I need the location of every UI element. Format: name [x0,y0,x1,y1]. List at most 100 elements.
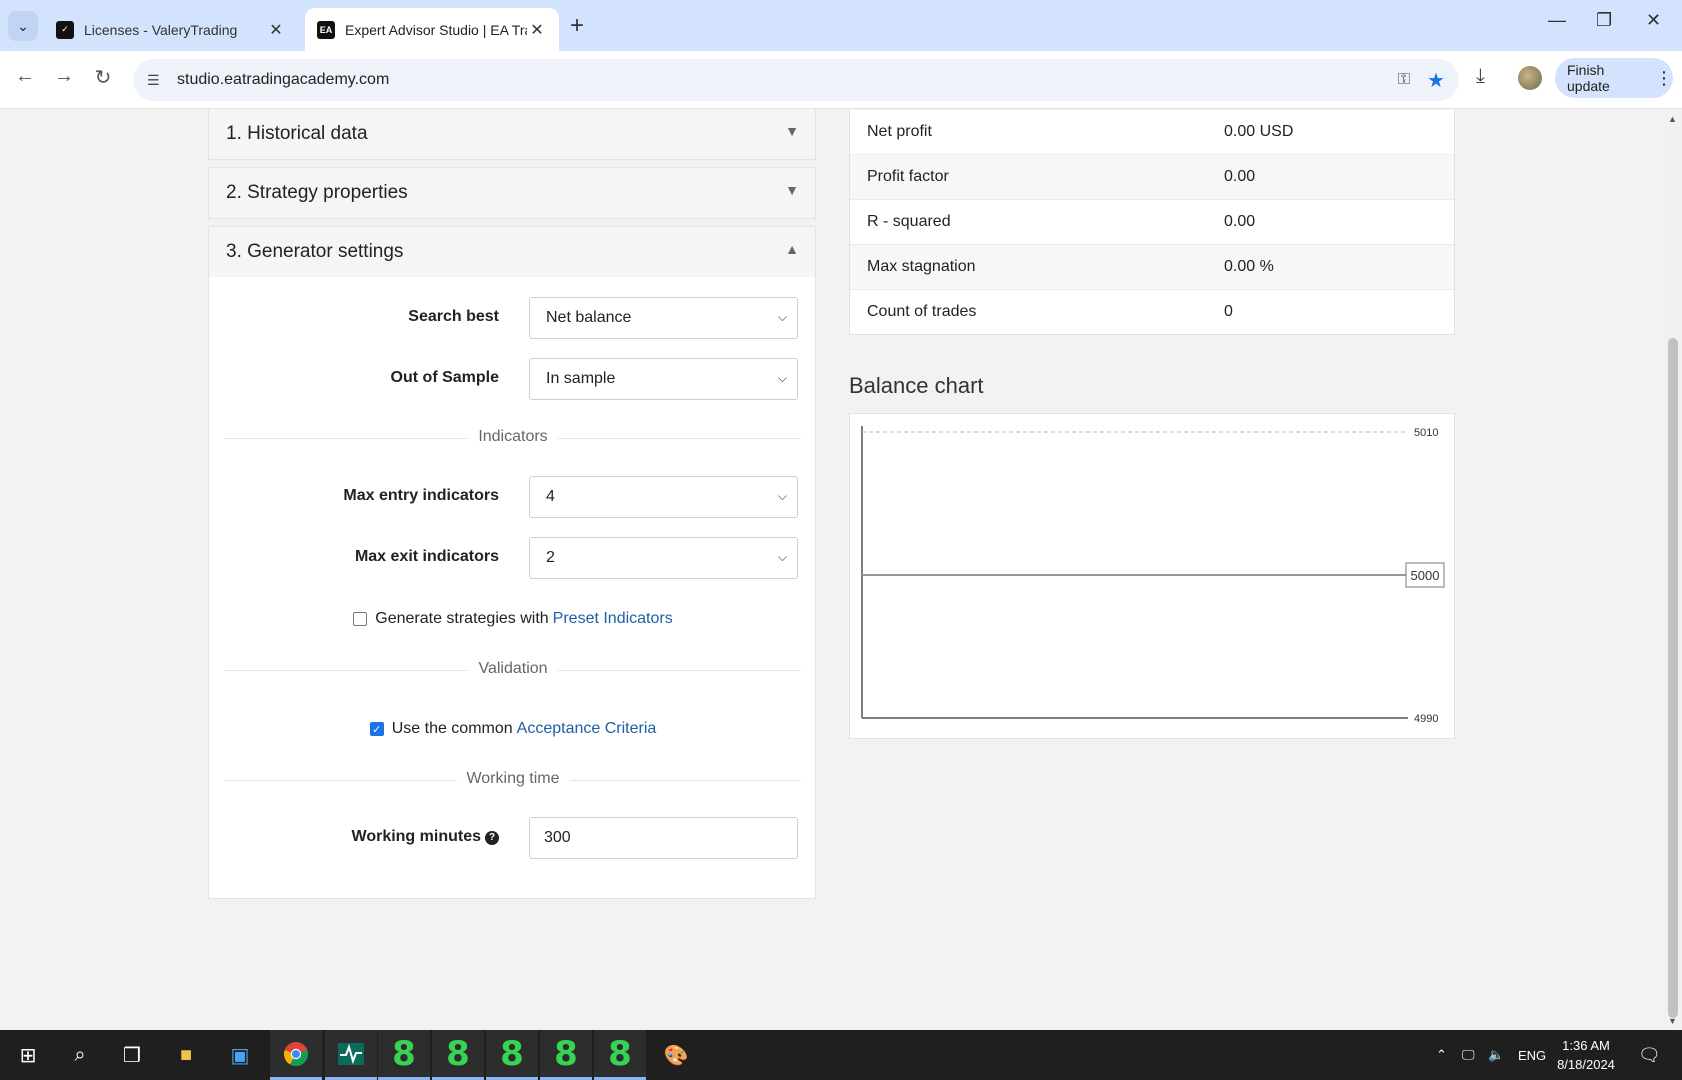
preset-indicators-link[interactable]: Preset Indicators [553,610,673,628]
pulse-icon [338,1042,364,1065]
avatar[interactable] [1518,66,1542,90]
accordion-title: 3. Generator settings [226,241,404,262]
close-icon[interactable]: ✕ [527,20,547,40]
scroll-down-icon[interactable]: ▼ [1668,1016,1677,1026]
forward-icon[interactable]: → [49,65,79,88]
max-exit-row: Max exit indicators 2 ⌵ [209,537,817,579]
app-8-icon[interactable]: 8 [378,1030,430,1080]
notifications-icon[interactable]: 🗨 [1638,1030,1661,1080]
max-entry-select[interactable]: 4 ⌵ [529,476,798,518]
reload-icon[interactable]: ↻ [88,65,118,90]
stat-row: Net profit 0.00 USD [850,110,1454,155]
app-8-icon[interactable]: 8 [432,1030,484,1080]
url-text[interactable]: studio.eatradingacademy.com [177,71,1389,89]
address-bar[interactable]: ☰ studio.eatradingacademy.com ⚿ ★ [133,59,1459,101]
tab-licenses[interactable]: ✓ Licenses - ValeryTrading ✕ [44,8,298,51]
stat-key: R - squared [867,213,951,230]
out-of-sample-row: Out of Sample In sample ⌵ [209,358,817,400]
network-icon[interactable]: 🖵 [1462,1030,1475,1080]
select-value: 2 [546,549,555,566]
key-icon[interactable]: ⚿ [1389,71,1419,89]
preset-indicators-checkbox[interactable] [353,612,368,626]
working-minutes-input[interactable]: 300 [529,817,798,859]
working-time-heading: Working time [456,770,570,788]
finish-update-button[interactable]: Finish update ⋮ [1555,58,1673,98]
back-icon[interactable]: ← [10,65,40,88]
tray-chevron-icon[interactable]: ⌃ [1436,1030,1447,1080]
site-settings-icon[interactable]: ☰ [147,72,167,89]
balance-chart-title: Balance chart [849,373,984,398]
page-scrollbar[interactable]: ▲ ▼ [1664,110,1682,1030]
valery-icon: ✓ [56,20,74,39]
max-exit-label: Max exit indicators [354,548,499,565]
acceptance-criteria-row: ✓ Use the common Acceptance Criteria [209,718,817,740]
acceptance-criteria-checkbox[interactable]: ✓ [369,722,384,736]
scrollbar-thumb[interactable] [1668,338,1678,1018]
chrome-icon[interactable] [270,1030,322,1080]
validation-heading: Validation [468,660,558,678]
stat-key: Max stagnation [867,258,976,275]
scroll-up-icon[interactable]: ▲ [1668,114,1677,124]
stat-row: Profit factor 0.00 [850,155,1454,200]
chrome-logo [284,1041,308,1066]
new-tab-button[interactable]: + [570,12,584,40]
working-minutes-label-wrap: Working minutes? [352,828,499,846]
clock-date: 8/18/2024 [1557,1057,1615,1072]
select-value: Net balance [546,309,632,326]
app-8-icon[interactable]: 8 [540,1030,592,1080]
chevron-down-icon: ⌵ [777,489,787,503]
control-panel-icon[interactable]: ▣ [214,1030,266,1080]
max-entry-label: Max entry indicators [343,487,499,504]
y-tick-label: 5010 [1414,427,1438,439]
accordion-historical-data[interactable]: 1. Historical data ▼ [208,108,816,160]
download-icon[interactable]: ⤓ [1476,65,1485,88]
volume-icon[interactable]: 🔈 [1488,1030,1504,1080]
star-icon[interactable]: ★ [1419,68,1453,93]
activity-monitor-icon[interactable] [325,1030,377,1080]
generator-settings-panel: Search best Net balance ⌵ Out of Sample … [208,277,816,899]
tab-search-button[interactable]: ⌄ [8,11,38,41]
finish-update-label: Finish update [1567,62,1610,94]
minimize-icon[interactable]: — [1548,10,1566,31]
chevron-down-icon: ▼ [785,182,799,198]
search-best-select[interactable]: Net balance ⌵ [529,297,798,339]
tab-expert-advisor-studio[interactable]: EA Expert Advisor Studio | EA Tradi ✕ [305,8,559,51]
help-icon[interactable]: ? [485,831,499,845]
working-time-divider: Working time [225,770,801,790]
taskbar: ⊞ ⌕ ❒ ■ ▣ 8 8 8 8 8 🎨 ⌃ 🖵 🔈 ENG 1:36 AM … [0,1030,1682,1080]
search-icon[interactable]: ⌕ [54,1030,106,1080]
more-icon: ⋮ [1655,67,1673,88]
file-explorer-icon[interactable]: ■ [160,1030,212,1080]
stat-value: 0.00 % [1224,258,1274,275]
chevron-up-icon: ▲ [785,241,799,257]
out-of-sample-select[interactable]: In sample ⌵ [529,358,798,400]
windows-start-icon[interactable]: ⊞ [2,1030,54,1080]
app-8-icon[interactable]: 8 [486,1030,538,1080]
indicators-heading: Indicators [468,428,558,446]
chevron-down-icon: ⌵ [777,371,787,385]
task-view-icon[interactable]: ❒ [106,1030,158,1080]
stat-key: Profit factor [867,168,949,185]
close-icon[interactable]: ✕ [266,20,286,40]
accordion-title: 1. Historical data [226,123,368,144]
app-8-icon[interactable]: 8 [594,1030,646,1080]
max-exit-select[interactable]: 2 ⌵ [529,537,798,579]
max-entry-row: Max entry indicators 4 ⌵ [209,476,817,518]
language-indicator[interactable]: ENG [1518,1030,1546,1080]
preset-indicators-row: Generate strategies with Preset Indicato… [209,608,817,630]
chevron-down-icon: ▼ [785,123,799,139]
accordion-title: 2. Strategy properties [226,182,408,203]
accordion-strategy-properties[interactable]: 2. Strategy properties ▼ [208,167,816,219]
select-value: 4 [546,488,555,505]
stat-key: Count of trades [867,303,977,320]
stat-value: 0 [1224,303,1233,320]
clock-time: 1:36 AM [1562,1038,1610,1053]
paint-icon[interactable]: 🎨 [650,1030,702,1080]
close-window-icon[interactable]: ✕ [1646,10,1661,31]
clock[interactable]: 1:36 AM 8/18/2024 [1546,1036,1626,1074]
restore-icon[interactable]: ❐ [1596,10,1612,31]
working-minutes-row: Working minutes? 300 [209,817,817,859]
acceptance-criteria-link[interactable]: Acceptance Criteria [517,720,657,738]
accordion-generator-settings[interactable]: 3. Generator settings ▲ [208,226,816,278]
stat-key: Net profit [867,123,932,140]
